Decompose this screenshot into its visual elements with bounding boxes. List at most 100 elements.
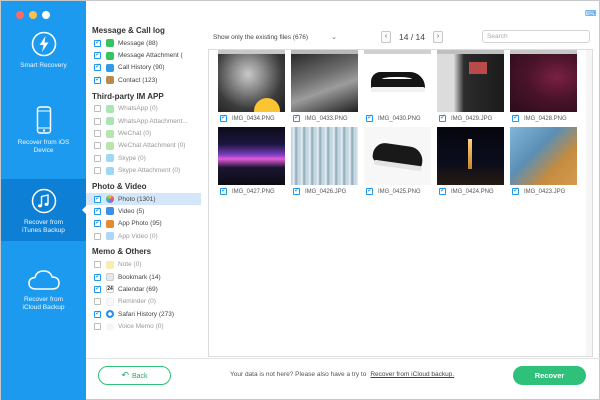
thumbnail-tile[interactable]: IMG_0423.JPG xyxy=(510,127,577,200)
checkbox[interactable] xyxy=(94,75,101,84)
nav-recover-ios-device[interactable]: Recover from iOS Device xyxy=(1,106,86,166)
checkbox[interactable] xyxy=(94,142,101,150)
checkbox[interactable] xyxy=(512,113,519,122)
photo-thumbnail[interactable] xyxy=(291,54,358,112)
tree-item-bookmark[interactable]: Bookmark (14) xyxy=(86,271,201,283)
recover-button[interactable]: Recover xyxy=(513,366,586,385)
phone-icon xyxy=(36,106,51,134)
checkbox[interactable] xyxy=(94,194,101,203)
thumbnail-tile[interactable]: IMG_0430.PNG xyxy=(364,54,431,127)
gallery-toolbar: Show only the existing files (676) ⌄ ‹ 1… xyxy=(201,27,600,49)
tree-item-skype-attachment[interactable]: Skype Attachment (0) xyxy=(86,165,201,177)
back-button[interactable]: ↶ Back xyxy=(98,366,171,385)
photo-thumbnail[interactable] xyxy=(291,127,358,185)
checkbox[interactable] xyxy=(94,154,101,162)
tree-item-video[interactable]: Video (5) xyxy=(86,205,201,217)
checkbox[interactable] xyxy=(512,186,519,195)
tree-item-whatsapp[interactable]: WhatsApp (0) xyxy=(86,103,201,115)
checkbox[interactable] xyxy=(293,113,300,122)
thumbnail-tile[interactable]: IMG_0428.PNG xyxy=(510,54,577,127)
nav-recover-itunes-backup[interactable]: Recover from iTunes Backup xyxy=(1,179,87,241)
thumbnail-tile[interactable]: IMG_0426.JPG xyxy=(291,127,358,200)
photo-thumbnail[interactable] xyxy=(218,54,285,112)
gallery-scrollbar[interactable] xyxy=(586,50,592,356)
tree-item-app-video[interactable]: App Video (0) xyxy=(86,230,201,242)
zoom-window-button[interactable] xyxy=(42,11,50,19)
tree-item-call-history[interactable]: Call History (90) xyxy=(86,62,201,74)
checkbox[interactable] xyxy=(94,284,101,293)
checkbox[interactable] xyxy=(94,218,101,228)
tree-item-message[interactable]: Message (88) xyxy=(86,37,201,49)
checkbox[interactable] xyxy=(94,206,101,215)
thumbnail-tile[interactable]: IMG_0433.PNG xyxy=(291,54,358,127)
checkbox[interactable] xyxy=(366,186,373,195)
tree-item-wechat[interactable]: WeChat (0) xyxy=(86,127,201,139)
checkbox[interactable] xyxy=(94,232,101,240)
tree-item-app-photo[interactable]: App Photo (95) xyxy=(86,218,201,230)
photo-thumbnail[interactable] xyxy=(218,127,285,185)
reminder-icon xyxy=(106,297,114,306)
nav-label: Recover from iCloud Backup xyxy=(22,296,65,311)
checkbox[interactable] xyxy=(220,186,227,195)
checkbox[interactable] xyxy=(94,50,101,60)
tree-item-photo[interactable]: Photo (1301) xyxy=(86,192,201,206)
calendar-icon: 24 xyxy=(106,285,114,294)
checkbox[interactable] xyxy=(94,167,101,175)
voice-memo-icon xyxy=(106,322,114,331)
next-page-button[interactable]: › xyxy=(433,31,443,43)
filter-label: Show only the existing files (676) xyxy=(213,34,309,41)
tree-item-wechat-attachment[interactable]: WeChat Attachment (0) xyxy=(86,140,201,152)
previous-page-button[interactable]: ‹ xyxy=(381,31,391,43)
checkbox[interactable] xyxy=(94,272,101,281)
file-filter-dropdown[interactable]: Show only the existing files (676) ⌄ xyxy=(209,31,341,44)
file-name: IMG_0424.PNG xyxy=(451,188,494,195)
message-icon xyxy=(106,39,114,48)
tree-item-message-attachment[interactable]: Message Attachment ( xyxy=(86,49,201,61)
tree-item-calendar[interactable]: 24 Calendar (69) xyxy=(86,283,201,295)
thumbnail-tile[interactable]: IMG_0424.PNG xyxy=(437,127,504,200)
photo-thumbnail[interactable] xyxy=(510,54,577,112)
close-window-button[interactable] xyxy=(16,11,24,19)
checkbox[interactable] xyxy=(439,113,446,122)
tree-item-voice-memo[interactable]: Voice Memo (0) xyxy=(86,320,201,332)
thumbnail-tile[interactable]: IMG_0434.PNG xyxy=(218,54,285,127)
search-input[interactable] xyxy=(482,30,590,43)
file-name: IMG_0425.PNG xyxy=(378,188,421,195)
checkbox[interactable] xyxy=(293,186,300,195)
recover-icloud-link[interactable]: Recover from iCloud backup. xyxy=(370,371,454,378)
checkbox[interactable] xyxy=(366,113,373,122)
thumbnail-tile[interactable]: IMG_0425.PNG xyxy=(364,127,431,200)
minimize-window-button[interactable] xyxy=(29,11,37,19)
photo-thumbnail[interactable] xyxy=(364,54,431,112)
checkbox[interactable] xyxy=(94,298,101,306)
nav-recover-icloud-backup[interactable]: Recover from iCloud Backup xyxy=(1,269,86,324)
checkbox[interactable] xyxy=(220,113,227,122)
checkbox[interactable] xyxy=(94,309,101,318)
group-title-photo: Photo & Video xyxy=(92,181,147,191)
thumbnail-tile[interactable]: IMG_0429.JPG xyxy=(437,54,504,127)
file-name: IMG_0426.JPG xyxy=(305,188,347,195)
photo-thumbnail[interactable] xyxy=(437,54,504,112)
nav-smart-recovery[interactable]: Smart Recovery xyxy=(1,31,86,86)
tree-item-skype[interactable]: Skype (0) xyxy=(86,152,201,164)
footer-bar: ↶ Back Your data is not here? Please also… xyxy=(86,358,600,400)
photo-thumbnail[interactable] xyxy=(510,127,577,185)
tree-item-reminder[interactable]: Reminder (0) xyxy=(86,296,201,308)
checkbox[interactable] xyxy=(94,38,101,47)
photo-thumbnail[interactable] xyxy=(437,127,504,185)
checkbox[interactable] xyxy=(94,130,101,138)
checkbox[interactable] xyxy=(94,105,101,113)
checkbox[interactable] xyxy=(439,186,446,195)
tree-item-safari-history[interactable]: Safari History (273) xyxy=(86,308,201,320)
checkbox[interactable] xyxy=(94,261,101,269)
photo-thumbnail[interactable] xyxy=(364,127,431,185)
feedback-icon[interactable]: ⌨ xyxy=(585,9,597,18)
tree-item-whatsapp-attachment[interactable]: WhatsApp Attachment... xyxy=(86,115,201,127)
checkbox[interactable] xyxy=(94,62,101,72)
thumbnail-tile[interactable]: IMG_0427.PNG xyxy=(218,127,285,200)
checkbox[interactable] xyxy=(94,117,101,125)
checkbox[interactable] xyxy=(94,323,101,331)
tree-item-note[interactable]: Note (0) xyxy=(86,258,201,270)
tree-item-contact[interactable]: Contact (123) xyxy=(86,74,201,86)
icloud-hint: Your data is not here? Please also have … xyxy=(230,371,455,378)
